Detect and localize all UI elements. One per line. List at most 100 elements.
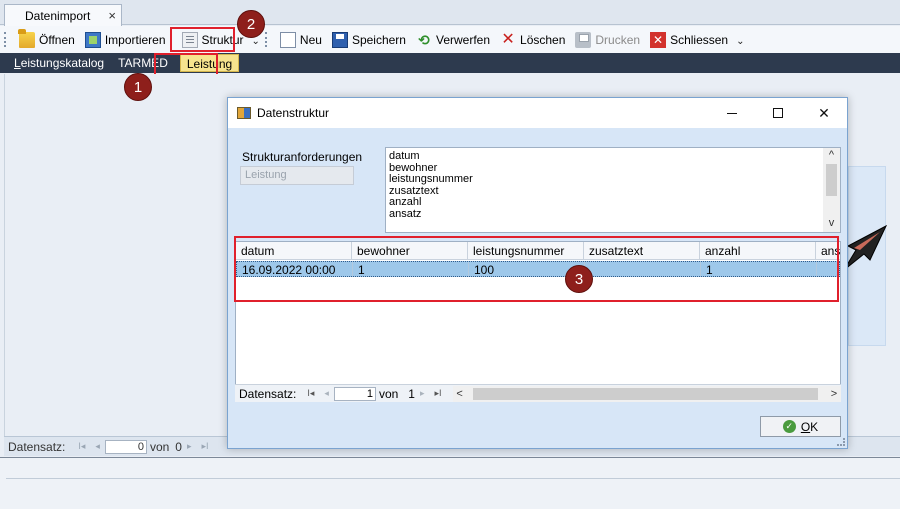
bottom-panel <box>0 457 900 509</box>
structure-item[interactable]: zusatztext <box>389 185 840 198</box>
grid-cell[interactable]: 1 <box>701 262 817 276</box>
discard-button[interactable]: ⟲ Verwerfen <box>411 29 495 51</box>
toolbar-grip-2[interactable] <box>264 32 269 47</box>
grid-navigator-label: Datensatz: <box>239 386 297 401</box>
scroll-up-icon[interactable]: ^ <box>823 148 840 162</box>
grid-column-header[interactable]: zusatztext <box>584 242 700 259</box>
close-box-icon: ✕ <box>650 31 667 48</box>
application-icon <box>237 107 251 119</box>
save-label: Speichern <box>351 32 406 47</box>
tab-datenimport[interactable]: Datenimport × <box>4 4 122 26</box>
new-label: Neu <box>299 32 322 47</box>
subtab-leistung[interactable]: Leistung <box>179 54 240 72</box>
grid-cell[interactable] <box>817 262 840 276</box>
subtab-leistungskatalog[interactable]: Leistungskatalog <box>8 54 110 72</box>
delete-label: Löschen <box>520 32 566 47</box>
requirements-field: Leistung <box>240 166 354 185</box>
tab-label: Datenimport <box>25 8 91 23</box>
ok-label: OK <box>801 420 818 434</box>
grid-next-record-icon[interactable]: ▸ <box>415 388 430 399</box>
grid-navigator-total: 1 <box>408 386 415 401</box>
dialog-title: Datenstruktur <box>257 106 330 120</box>
ok-label-rest: K <box>810 419 819 434</box>
structure-item[interactable]: ansatz <box>389 208 840 221</box>
close-button[interactable]: ✕ Schliessen <box>645 29 733 51</box>
document-tab-strip: Datenimport × <box>0 0 900 26</box>
toolbar: Öffnen Importieren Struktur ⌄ Neu Speich… <box>0 26 900 53</box>
grid-record-navigator: Datensatz: I◂ ◂ 1 von 1 ▸ ▸I < > <box>235 384 841 402</box>
structure-list: datum bewohner leistungsnummer zusatztext an… <box>386 148 840 220</box>
scroll-down-icon[interactable]: v <box>823 216 840 230</box>
grid-previous-record-icon[interactable]: ◂ <box>319 388 334 399</box>
horizontal-scroll-thumb[interactable] <box>472 387 818 400</box>
listbox-scrollbar[interactable]: ^ v <box>823 148 840 232</box>
document-lines-icon <box>181 31 198 48</box>
printer-icon <box>575 31 592 48</box>
cursor-arrow-icon <box>843 224 888 271</box>
toolbar-overflow-icon-2[interactable]: ⌄ <box>733 36 747 47</box>
save-button[interactable]: Speichern <box>327 29 411 51</box>
subtab-mnemonic: L <box>14 56 21 70</box>
import-button[interactable]: Importieren <box>80 29 171 51</box>
structure-button[interactable]: Struktur <box>177 29 249 51</box>
dialog-title-bar[interactable]: Datenstruktur ✕ <box>228 98 847 128</box>
next-record-icon[interactable]: ▸ <box>182 441 197 452</box>
window-controls: ✕ <box>709 98 847 128</box>
resize-grip-icon[interactable] <box>837 438 845 446</box>
minimize-icon <box>727 112 737 114</box>
close-label: Schliessen <box>670 32 729 47</box>
grid-cell[interactable] <box>585 262 701 276</box>
grid-cell[interactable]: 16.09.2022 00:00 <box>237 262 353 276</box>
grid-horizontal-scrollbar[interactable]: < > <box>452 385 841 402</box>
import-label: Importieren <box>104 32 166 47</box>
grid-column-header[interactable]: leistungsnummer <box>468 242 584 259</box>
table-row[interactable]: 16.09.2022 00:00 1 100 1 <box>236 261 840 277</box>
subtab-bar: Leistungskatalog TARMED Leistung <box>0 53 900 73</box>
maximize-button[interactable] <box>755 98 801 128</box>
open-label: Öffnen <box>39 32 75 47</box>
new-button[interactable]: Neu <box>275 29 327 51</box>
minimize-button[interactable] <box>709 98 755 128</box>
grid-body: 16.09.2022 00:00 1 100 1 <box>236 261 840 277</box>
navigator-of-label: von <box>149 439 170 454</box>
grid-last-record-icon[interactable]: ▸I <box>430 388 447 399</box>
scroll-right-icon[interactable]: > <box>827 388 841 400</box>
grid-column-header[interactable]: datum <box>236 242 352 259</box>
grid-column-header[interactable]: bewohner <box>352 242 468 259</box>
grid-cell[interactable]: 1 <box>353 262 469 276</box>
structure-listbox[interactable]: datum bewohner leistungsnummer zusatztext an… <box>385 147 841 233</box>
open-button[interactable]: Öffnen <box>14 28 80 51</box>
scroll-left-icon[interactable]: < <box>453 388 467 400</box>
delete-button[interactable]: ✕ Löschen <box>495 29 570 51</box>
grid-first-record-icon[interactable]: I◂ <box>302 388 319 399</box>
grid-column-header[interactable]: anzahl <box>700 242 816 259</box>
last-record-icon[interactable]: ▸I <box>197 441 214 452</box>
subtab-tarmed[interactable]: TARMED <box>112 54 174 72</box>
step-badge-1: 1 <box>124 73 152 101</box>
print-label: Drucken <box>595 32 641 47</box>
scroll-thumb[interactable] <box>826 164 837 196</box>
previous-record-icon[interactable]: ◂ <box>90 441 105 452</box>
structure-item[interactable]: anzahl <box>389 196 840 209</box>
navigator-total: 0 <box>175 439 182 454</box>
undo-arrow-icon: ⟲ <box>418 31 430 48</box>
requirements-label: Strukturanforderungen <box>242 150 363 164</box>
first-record-icon[interactable]: I◂ <box>73 441 90 452</box>
import-icon <box>84 31 101 48</box>
dialog-close-button[interactable]: ✕ <box>801 98 847 128</box>
discard-label: Verwerfen <box>435 32 491 47</box>
print-button[interactable]: Drucken <box>570 29 645 51</box>
grid-column-header[interactable]: ansa <box>816 242 840 259</box>
current-record-input[interactable]: 0 <box>104 439 147 454</box>
structure-item[interactable]: leistungsnummer <box>389 173 840 186</box>
close-icon: ✕ <box>818 104 830 121</box>
maximize-icon <box>773 108 783 118</box>
ok-button[interactable]: ✓ OK <box>760 416 841 437</box>
structure-label: Struktur <box>201 32 244 47</box>
toolbar-grip[interactable] <box>4 32 8 47</box>
step-badge-2: 2 <box>237 10 265 38</box>
divider <box>6 478 900 479</box>
tab-close-icon[interactable]: × <box>108 8 116 23</box>
grid-current-record-input[interactable]: 1 <box>333 386 376 401</box>
structure-item[interactable]: datum <box>389 150 840 163</box>
